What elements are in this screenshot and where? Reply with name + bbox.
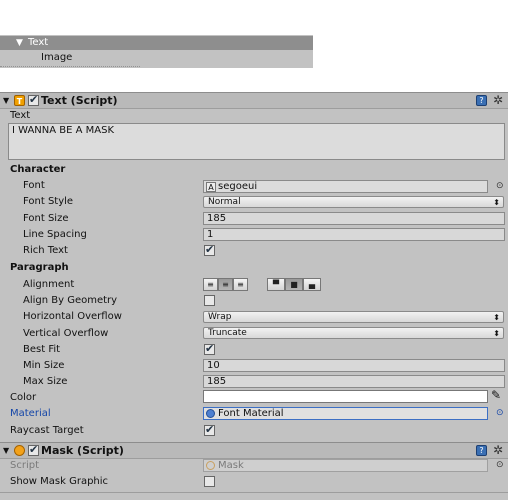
align-bottom-icon[interactable]: ▄ (303, 278, 321, 291)
font-field[interactable]: A segoeui (203, 180, 488, 193)
script-selector-icon: ⊙ (496, 460, 504, 470)
fold-icon[interactable]: ▼ (3, 96, 9, 105)
hierarchy-item-image[interactable]: Image (0, 51, 313, 65)
script-icon (206, 461, 215, 470)
align-center-icon[interactable]: ≡ (218, 278, 233, 291)
hierarchy-item-text[interactable]: ▼ Text (0, 36, 313, 50)
color-swatch[interactable] (203, 390, 488, 403)
vertical-overflow-value: Truncate (208, 328, 247, 338)
mask-component-header[interactable]: ▼ Mask (Script) ? ✲ (0, 442, 508, 459)
align-right-icon[interactable]: ≡ (233, 278, 248, 291)
divider (0, 492, 508, 493)
raycast-target-label: Raycast Target (10, 425, 84, 436)
alignment-label: Alignment (23, 279, 75, 290)
max-size-field[interactable]: 185 (203, 375, 505, 388)
font-size-field[interactable]: 185 (203, 212, 505, 225)
font-selector-icon[interactable]: ⊙ (496, 181, 504, 191)
font-asset-icon: A (206, 182, 216, 192)
font-label: Font (23, 180, 45, 191)
align-top-icon[interactable]: ▀ (267, 278, 285, 291)
inspector-panel: ▼ T Text (Script) ? ✲ Text I WANNA BE A … (0, 92, 508, 500)
min-size-field[interactable]: 10 (203, 359, 505, 372)
align-middle-icon[interactable]: ■ (285, 278, 303, 291)
horizontal-overflow-dropdown[interactable]: Wrap ⬍ (203, 311, 504, 323)
text-input[interactable]: I WANNA BE A MASK (8, 123, 505, 160)
expand-triangle-icon[interactable]: ▼ (16, 36, 23, 50)
gear-icon[interactable]: ✲ (493, 93, 503, 107)
font-style-dropdown[interactable]: Normal ⬍ (203, 196, 504, 208)
text-component-icon: T (14, 95, 25, 106)
material-sphere-icon (206, 409, 215, 418)
rich-text-checkbox[interactable] (204, 243, 215, 256)
font-value: segoeui (218, 181, 258, 192)
mask-component-icon (14, 445, 25, 456)
mask-component-enabled-checkbox[interactable] (28, 443, 39, 456)
text-component-title: Text (Script) (41, 94, 118, 107)
horizontal-overflow-value: Wrap (208, 312, 232, 322)
vertical-alignment-group: ▀ ■ ▄ (267, 278, 321, 291)
raycast-target-checkbox[interactable] (204, 423, 215, 436)
material-selector-icon[interactable]: ⊙ (496, 408, 504, 418)
max-size-label: Max Size (23, 376, 68, 387)
vertical-overflow-label: Vertical Overflow (23, 328, 109, 339)
hierarchy-item-image-label: Image (41, 52, 73, 63)
font-style-value: Normal (208, 197, 241, 207)
character-header: Character (10, 164, 66, 175)
mask-component-title: Mask (Script) (41, 444, 124, 457)
help-icon[interactable]: ? (476, 445, 487, 456)
hierarchy-divider (0, 66, 140, 68)
align-by-geometry-label: Align By Geometry (23, 295, 118, 306)
eyedropper-icon[interactable]: ✎ (491, 388, 501, 402)
vertical-overflow-dropdown[interactable]: Truncate ⬍ (203, 327, 504, 339)
chevron-updown-icon: ⬍ (493, 329, 500, 338)
material-field[interactable]: Font Material (203, 407, 488, 420)
paragraph-header: Paragraph (10, 262, 69, 273)
chevron-updown-icon: ⬍ (493, 198, 500, 207)
script-field: Mask (203, 459, 488, 472)
hierarchy-item-text-label: Text (28, 37, 49, 48)
line-spacing-label: Line Spacing (23, 229, 87, 240)
material-value: Font Material (218, 408, 284, 419)
horizontal-alignment-group: ≡ ≡ ≡ (203, 278, 248, 291)
script-label: Script (10, 460, 40, 471)
font-style-label: Font Style (23, 196, 74, 207)
help-icon[interactable]: ? (476, 95, 487, 106)
script-value: Mask (218, 460, 244, 471)
text-component-enabled-checkbox[interactable] (28, 93, 39, 106)
show-mask-graphic-label: Show Mask Graphic (10, 476, 109, 487)
text-component-header[interactable]: ▼ T Text (Script) ? ✲ (0, 92, 508, 109)
min-size-label: Min Size (23, 360, 65, 371)
text-label: Text (10, 110, 31, 121)
align-left-icon[interactable]: ≡ (203, 278, 218, 291)
material-label: Material (10, 408, 51, 419)
line-spacing-field[interactable]: 1 (203, 228, 505, 241)
align-by-geometry-checkbox[interactable] (204, 295, 215, 306)
horizontal-overflow-label: Horizontal Overflow (23, 311, 122, 322)
color-label: Color (10, 392, 37, 403)
gear-icon[interactable]: ✲ (493, 443, 503, 457)
best-fit-checkbox[interactable] (204, 342, 215, 355)
hierarchy-panel: ▼ Text Image (0, 35, 313, 68)
show-mask-graphic-checkbox[interactable] (204, 476, 215, 487)
fold-icon[interactable]: ▼ (3, 446, 9, 455)
rich-text-label: Rich Text (23, 245, 68, 256)
best-fit-label: Best Fit (23, 344, 61, 355)
chevron-updown-icon: ⬍ (493, 313, 500, 322)
font-size-label: Font Size (23, 213, 69, 224)
